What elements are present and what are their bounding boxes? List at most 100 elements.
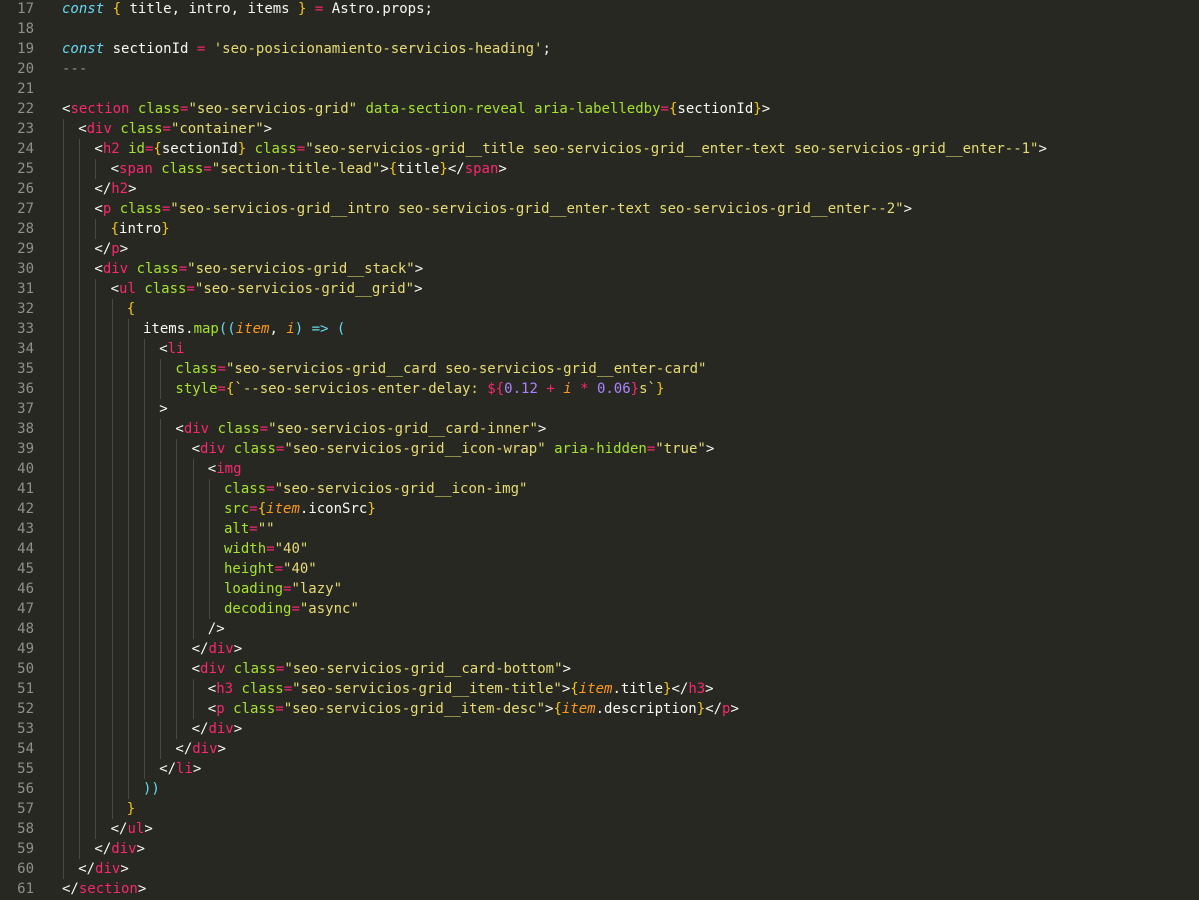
indent-guide xyxy=(192,679,194,699)
code-line[interactable]: 24 <h2 id={sectionId} class="seo-servicio… xyxy=(0,139,1199,159)
indent-guide xyxy=(144,339,145,359)
indent-guide xyxy=(79,239,81,259)
code-line[interactable]: 59 </div> xyxy=(0,839,1199,859)
indent-guide xyxy=(63,159,64,179)
code-line[interactable]: 45 height="40" xyxy=(0,559,1199,579)
code-token: ; xyxy=(542,41,551,57)
code-line[interactable]: 44 width="40" xyxy=(0,539,1199,559)
code-token: < xyxy=(207,461,217,477)
code-token: src xyxy=(224,501,250,517)
line-number: 54 xyxy=(17,741,34,757)
code-token: class xyxy=(119,201,162,217)
indent-guide xyxy=(111,519,113,539)
code-line[interactable]: 30 <div class="seo-servicios-grid__stack"… xyxy=(0,259,1199,279)
code-text: class="seo-servicios-grid__card seo-serv… xyxy=(175,359,706,379)
code-token: > xyxy=(730,701,739,717)
code-line[interactable]: 50 <div class="seo-servicios-grid__card-b… xyxy=(0,659,1199,679)
code-line[interactable]: 29 </p> xyxy=(0,239,1199,259)
indent-guide xyxy=(79,259,81,279)
indent-guide xyxy=(127,599,129,619)
indent-guide xyxy=(63,659,64,679)
code-editor[interactable]: 17 const { title, intro, items } = Astro.… xyxy=(0,0,1199,900)
code-line[interactable]: 61 </section> xyxy=(0,879,1199,899)
code-token: > xyxy=(128,181,137,197)
code-line[interactable]: 36 style={`--seo-servicios-enter-delay: $… xyxy=(0,379,1199,399)
code-line[interactable]: 19 const sectionId = 'seo-posicionamiento… xyxy=(0,39,1199,59)
code-line[interactable]: 38 <div class="seo-servicios-grid__card-i… xyxy=(0,419,1199,439)
indent-guide xyxy=(127,519,129,539)
code-line[interactable]: 57} xyxy=(0,799,1199,819)
code-token: </ xyxy=(671,681,689,697)
code-line[interactable]: 33 items.map((item, i) => ( xyxy=(0,319,1199,339)
indent-guide xyxy=(79,419,81,439)
code-line[interactable]: 41 class="seo-servicios-grid__icon-img" xyxy=(0,479,1199,499)
code-line[interactable]: 58 </ul> xyxy=(0,819,1199,839)
line-number: 31 xyxy=(17,281,34,297)
code-line[interactable]: 25 <span class="section-title-lead">{titl… xyxy=(0,159,1199,179)
code-token: { xyxy=(388,161,398,177)
code-line[interactable]: 28 {intro} xyxy=(0,219,1199,239)
indent-guide xyxy=(176,499,178,519)
line-number: 37 xyxy=(17,401,34,417)
code-line[interactable]: 52 <p class="seo-servicios-grid__item-des… xyxy=(0,699,1199,719)
indent-guide xyxy=(63,479,64,499)
indent-guide xyxy=(192,459,194,479)
indent-guide xyxy=(176,459,178,479)
indent-guide xyxy=(176,559,178,579)
code-line[interactable]: 51 <h3 class="seo-servicios-grid__item-ti… xyxy=(0,679,1199,699)
indent-guide xyxy=(160,379,162,399)
indent-guide xyxy=(63,759,64,779)
code-token: = xyxy=(249,501,258,517)
indent-guide xyxy=(79,799,81,819)
indent-guide xyxy=(95,439,97,459)
code-line[interactable]: 53 </div> xyxy=(0,719,1199,739)
code-line[interactable]: 47 decoding="async" xyxy=(0,599,1199,619)
code-line[interactable]: 22 <section class="seo-servicios-grid" da… xyxy=(0,99,1199,119)
code-line[interactable]: 55 </li> xyxy=(0,759,1199,779)
code-line[interactable]: 35 class="seo-servicios-grid__card seo-se… xyxy=(0,359,1199,379)
code-token: class xyxy=(136,261,179,277)
code-line[interactable]: 26 </h2> xyxy=(0,179,1199,199)
code-line[interactable]: 43 alt="" xyxy=(0,519,1199,539)
code-text: {intro} xyxy=(111,219,170,239)
code-line[interactable]: 46 loading="lazy" xyxy=(0,579,1199,599)
code-line[interactable]: 56)) xyxy=(0,779,1199,799)
code-line[interactable]: 40 <img xyxy=(0,459,1199,479)
indent-guide xyxy=(176,519,178,539)
code-token: class xyxy=(120,121,163,137)
code-line[interactable]: 27 <p class="seo-servicios-grid__intro se… xyxy=(0,199,1199,219)
code-line[interactable]: 49 </div> xyxy=(0,639,1199,659)
code-token: "seo-servicios-grid__item-title" xyxy=(292,681,562,697)
code-line[interactable]: 31 <ul class="seo-servicios-grid__grid"> xyxy=(0,279,1199,299)
line-number: 21 xyxy=(17,81,34,97)
indent-guide xyxy=(192,579,194,599)
code-line[interactable]: 17 const { title, intro, items } = Astro.… xyxy=(0,0,1199,19)
code-line[interactable]: 34 <li xyxy=(0,339,1199,359)
indent-guide xyxy=(144,679,145,699)
code-token: > xyxy=(705,441,715,457)
code-line[interactable]: 23 <div class="container"> xyxy=(0,119,1199,139)
code-line[interactable]: 32 { xyxy=(0,299,1199,319)
indent-guide xyxy=(160,539,162,559)
indent-guide xyxy=(208,599,210,619)
code-token: h3 xyxy=(688,681,706,697)
code-line[interactable]: 42 src={item.iconSrc} xyxy=(0,499,1199,519)
indent-guide xyxy=(63,419,64,439)
code-line[interactable]: 39 <div class = "seo-servicios-grid__icon-w… xyxy=(0,439,1199,459)
code-token: --- xyxy=(62,61,88,77)
code-line[interactable]: 48 /> xyxy=(0,619,1199,639)
code-token: s` xyxy=(639,381,656,397)
code-token: > xyxy=(120,861,129,877)
code-line[interactable]: 18 xyxy=(0,19,1199,39)
code-text: alt="" xyxy=(224,519,275,539)
code-line[interactable]: 37 > xyxy=(0,399,1199,419)
code-token: > xyxy=(761,101,771,117)
code-line[interactable]: 54 </div> xyxy=(0,739,1199,759)
code-line[interactable]: 21 xyxy=(0,79,1199,99)
code-line[interactable]: 60 </div> xyxy=(0,859,1199,879)
indent-guide xyxy=(63,779,64,799)
code-token: </ xyxy=(191,641,209,657)
code-line[interactable]: 20 --- xyxy=(0,59,1199,79)
